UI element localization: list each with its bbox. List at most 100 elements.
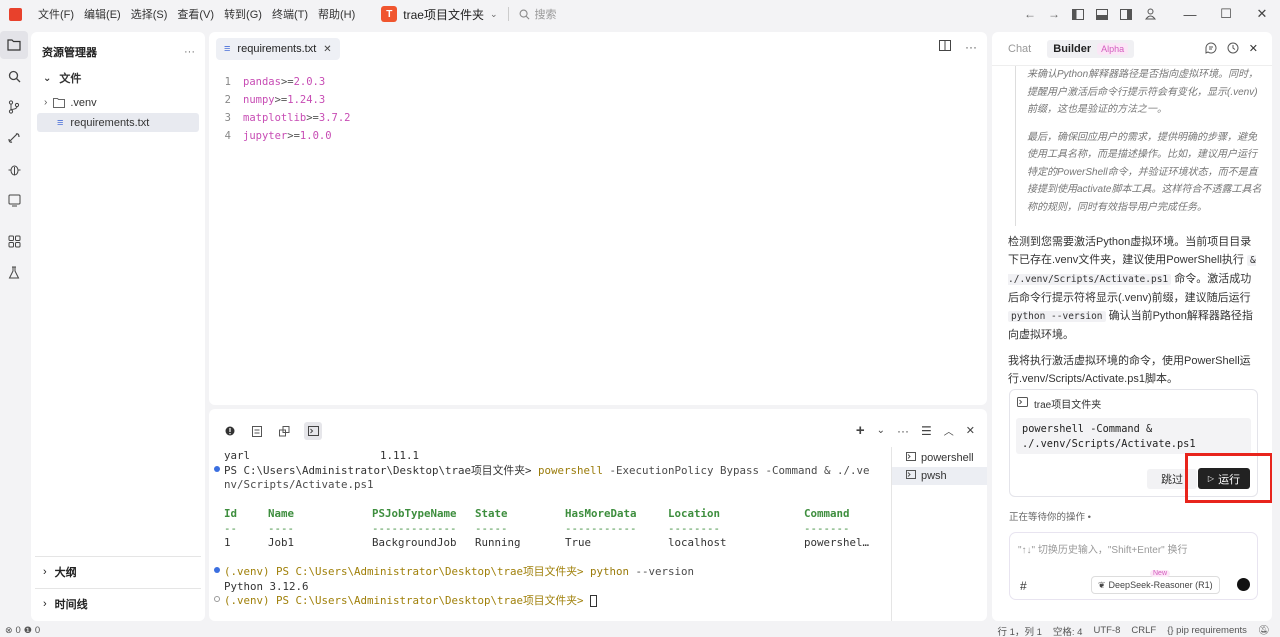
tab-requirements[interactable]: ≡ requirements.txt ✕ [216, 38, 340, 60]
command-success-dot [214, 465, 220, 472]
table-cell: True [565, 536, 592, 549]
tab-chat[interactable]: Chat [1008, 43, 1031, 55]
split-editor-icon[interactable] [939, 40, 951, 54]
search-icon [519, 9, 529, 19]
terminal-item-powershell[interactable]: powershell [892, 449, 987, 467]
terminal-item-label: powershell [921, 452, 974, 464]
tab-builder[interactable]: Builder Alpha [1047, 39, 1135, 58]
tree-item-venv[interactable]: › .venv [31, 93, 205, 112]
line-ending[interactable]: CRLF [1131, 625, 1156, 636]
model-icon: ❦ [1098, 579, 1106, 590]
text-file-icon: ≡ [57, 116, 64, 129]
language-mode[interactable]: {} pip requirements [1167, 625, 1247, 636]
version: 1.24.3 [287, 94, 326, 106]
timeline-section[interactable]: › 时间线 [35, 588, 201, 618]
maximize-button[interactable]: ☐ [1208, 0, 1244, 28]
search-icon[interactable] [0, 62, 28, 90]
terminal-output[interactable]: yarl 1.11.1 PS C:\Users\Administrator\De… [214, 449, 889, 609]
minimize-button[interactable]: — [1172, 0, 1208, 28]
tab-builder-label: Builder [1053, 42, 1092, 55]
notifications-bell-icon[interactable]: 🔕︎ [1258, 625, 1270, 636]
error-icon: ⊗ [5, 625, 13, 635]
table-header: State [475, 507, 508, 520]
chevron-right-icon: › [43, 597, 47, 610]
close-icon[interactable]: ✕ [1249, 42, 1258, 57]
menu-help[interactable]: 帮助(H) [318, 6, 355, 22]
testing-flask-icon[interactable] [0, 258, 28, 286]
close-panel-icon[interactable]: ✕ [966, 424, 975, 437]
debug-icon[interactable] [0, 155, 28, 183]
outline-section[interactable]: › 大纲 [35, 556, 201, 586]
forward-arrow-icon[interactable]: → [1042, 2, 1066, 26]
command-args: -ExecutionPolicy Bypass -Command & ./.ve [603, 463, 870, 477]
model-name: DeepSeek-Reasoner (R1) [1108, 580, 1213, 590]
close-window-button[interactable]: ✕ [1244, 0, 1280, 28]
table-dash: ----- [475, 521, 508, 535]
output-icon[interactable] [250, 424, 264, 438]
table-cell: 1 [224, 536, 231, 549]
loading-dot: • [1087, 512, 1091, 523]
terminal-actions: + ⌄ ··· ☰ ︿ ✕ [856, 422, 975, 439]
preview-icon[interactable] [0, 186, 28, 214]
toggle-panel-icon[interactable] [1090, 2, 1114, 26]
account-icon[interactable] [1138, 2, 1162, 26]
history-icon[interactable] [1227, 42, 1239, 57]
send-button[interactable] [1237, 578, 1250, 591]
encoding[interactable]: UTF-8 [1093, 625, 1120, 636]
context-hash-button[interactable]: # [1020, 579, 1027, 593]
folder-icon [53, 97, 66, 108]
explorer-title: 资源管理器 [42, 46, 97, 59]
extensions-icon[interactable] [0, 227, 28, 255]
explorer-icon[interactable] [0, 31, 28, 59]
cursor-position[interactable]: 行 1，列 1 [998, 624, 1042, 637]
menu-edit[interactable]: 编辑(E) [84, 6, 121, 22]
source-control-icon[interactable] [0, 93, 28, 121]
project-switcher[interactable]: T trae项目文件夹 ⌄ [381, 6, 498, 23]
code-area[interactable]: 1 pandas >= 2.0.3 2 numpy >= 1.24.3 3 matplo… [209, 72, 987, 402]
toggle-sidebar-icon[interactable] [1066, 2, 1090, 26]
activity-bar [0, 31, 28, 621]
terminal-tab-icon[interactable] [304, 422, 322, 440]
toggle-ai-panel-icon[interactable] [1114, 2, 1138, 26]
more-icon[interactable]: ··· [184, 46, 195, 58]
table-header: Command [804, 507, 850, 520]
maximize-panel-icon[interactable]: ︿ [944, 423, 954, 438]
run-button[interactable]: ▷ 运行 [1198, 468, 1250, 489]
package-name: pandas [243, 76, 281, 88]
new-chat-icon[interactable] [1205, 42, 1217, 57]
table-header: Location [668, 507, 721, 520]
terminal-icon [906, 470, 916, 482]
command-pending-dot [214, 596, 220, 602]
menu-view[interactable]: 查看(V) [177, 6, 214, 22]
warning-icon: ❶ [23, 625, 32, 635]
ports-icon[interactable] [277, 424, 291, 438]
problems-icon[interactable] [223, 424, 237, 438]
back-arrow-icon[interactable]: ← [1018, 2, 1042, 26]
outline-label: 大纲 [54, 566, 77, 579]
model-selector[interactable]: ❦ DeepSeek-Reasoner (R1) [1091, 576, 1220, 594]
chevron-down-icon[interactable]: ⌄ [877, 425, 885, 436]
files-section-label: 文件 [59, 73, 82, 85]
project-name: trae项目文件夹 [403, 7, 484, 22]
menu-file[interactable]: 文件(F) [38, 6, 74, 22]
close-icon[interactable]: ✕ [323, 44, 331, 55]
remote-icon[interactable] [0, 124, 28, 152]
status-problems[interactable]: ⊗ 0 ❶ 0 [5, 625, 40, 636]
settings-sliders-icon[interactable]: ☰ [921, 424, 932, 438]
timeline-label: 时间线 [54, 598, 88, 611]
menu-terminal[interactable]: 终端(T) [272, 6, 308, 22]
more-icon[interactable]: ··· [897, 424, 909, 438]
global-search[interactable]: 搜索 [519, 6, 557, 22]
more-icon[interactable]: ··· [965, 40, 977, 54]
add-terminal-icon[interactable]: + [856, 422, 865, 439]
tab-label: requirements.txt [237, 43, 317, 55]
operator: >= [306, 112, 319, 124]
files-section-header[interactable]: ⌄ 文件 [31, 68, 205, 88]
menu-go[interactable]: 转到(G) [224, 6, 262, 22]
indentation[interactable]: 空格: 4 [1053, 624, 1083, 637]
terminal-item-pwsh[interactable]: pwsh [892, 467, 987, 485]
menu-selection[interactable]: 选择(S) [131, 6, 168, 22]
chat-input[interactable]: "↑↓" 切换历史输入，"Shift+Enter" 换行 # ❦ DeepSee… [1009, 532, 1258, 600]
tree-item-requirements[interactable]: ≡ requirements.txt [37, 113, 199, 132]
